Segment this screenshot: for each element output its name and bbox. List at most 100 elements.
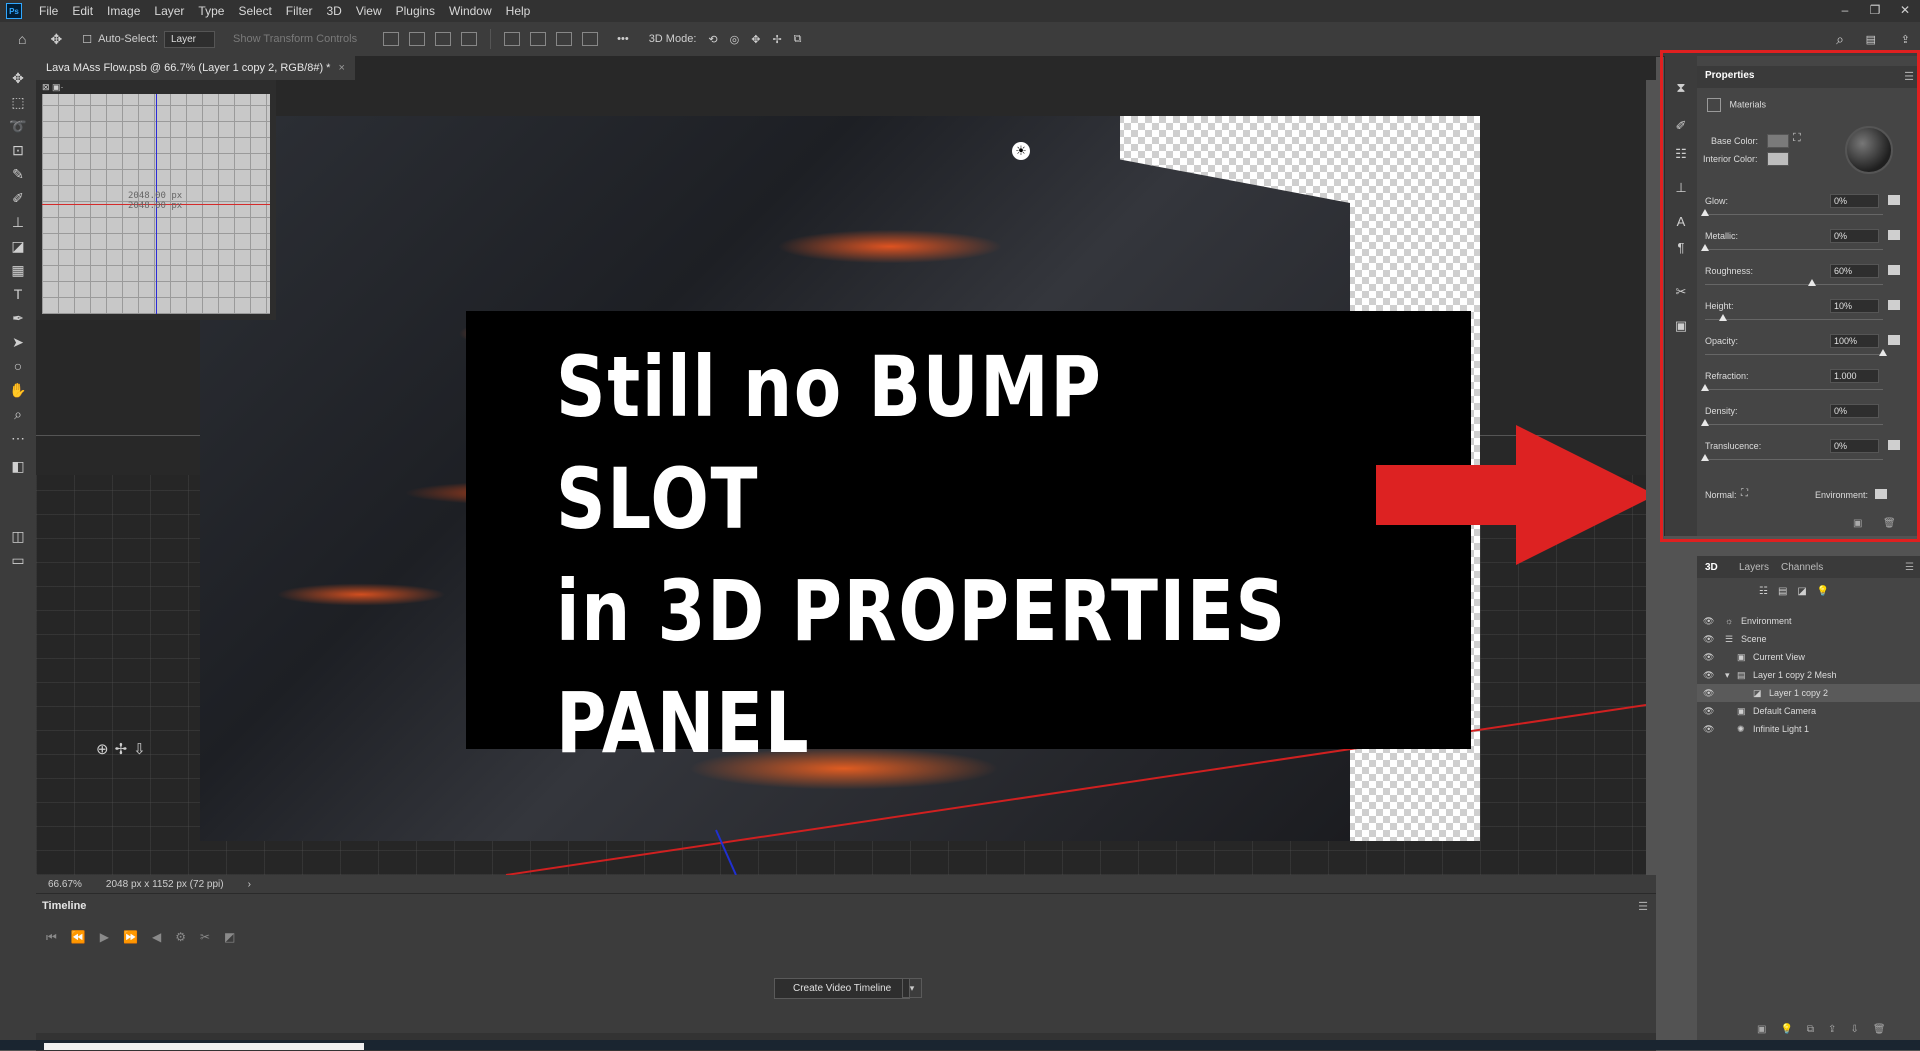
audio-icon[interactable]: ◀ xyxy=(152,930,161,945)
move-tool-icon[interactable]: ✥ xyxy=(50,31,62,48)
next-frame-icon[interactable]: ⏩ xyxy=(123,930,138,945)
materials-filter-icon[interactable]: ◪ xyxy=(1797,586,1806,597)
scene-item-mesh[interactable]: 👁 ▾ ▤ Layer 1 copy 2 Mesh xyxy=(1697,666,1920,684)
align-top-icon[interactable] xyxy=(504,32,521,46)
menu-view[interactable]: View xyxy=(349,4,389,18)
eye-icon[interactable]: 👁 xyxy=(1703,666,1714,684)
workspace-icon[interactable]: ▤ xyxy=(1866,33,1876,46)
auto-select-checkbox[interactable]: ☐ xyxy=(82,33,92,46)
path-select-icon[interactable]: ➤ xyxy=(8,332,28,352)
distribute-icon[interactable] xyxy=(461,32,478,46)
document-info[interactable]: 2048 px x 1152 px (72 ppi) xyxy=(106,879,224,890)
brush-tool-icon[interactable]: ✐ xyxy=(8,188,28,208)
chevron-right-icon[interactable]: › xyxy=(248,879,251,890)
delete-icon[interactable]: 🗑 xyxy=(1873,1024,1886,1035)
transition-icon[interactable]: ◩ xyxy=(224,930,235,945)
eye-icon[interactable]: 👁 xyxy=(1703,630,1714,648)
share-icon[interactable]: ⇪ xyxy=(1901,33,1910,46)
color-swatches-icon[interactable]: ◧ xyxy=(8,456,28,476)
menu-3d[interactable]: 3D xyxy=(319,4,348,18)
restore-icon[interactable]: ❐ xyxy=(1860,0,1890,22)
menu-plugins[interactable]: Plugins xyxy=(389,4,442,18)
align-middle-icon[interactable] xyxy=(530,32,547,46)
scene-item-environment[interactable]: 👁 ☼ Environment xyxy=(1697,612,1920,630)
split-icon[interactable]: ✂ xyxy=(200,930,210,945)
previous-frame-icon[interactable]: ⏪ xyxy=(71,930,86,945)
more-tools-icon[interactable]: ⋯ xyxy=(8,428,28,448)
panel-menu-icon[interactable]: ☰ xyxy=(1905,562,1914,573)
tab-layers[interactable]: Layers xyxy=(1739,562,1769,573)
screen-mode-icon[interactable]: ▭ xyxy=(8,550,28,570)
scene-item-scene[interactable]: 👁 ☰ Scene xyxy=(1697,630,1920,648)
document-tab[interactable]: Lava MAss Flow.psb @ 66.7% (Layer 1 copy… xyxy=(36,56,355,80)
render-icon[interactable]: ⧉ xyxy=(1807,1024,1814,1035)
drag-3d-icon[interactable]: ✥ xyxy=(751,33,760,46)
ellipse-tool-icon[interactable]: ○ xyxy=(8,356,28,376)
menu-type[interactable]: Type xyxy=(191,4,231,18)
hand-tool-icon[interactable]: ✋ xyxy=(8,380,28,400)
move-tool-icon[interactable]: ✥ xyxy=(8,68,28,88)
import-icon[interactable]: ⇩ xyxy=(1850,1024,1858,1035)
menu-help[interactable]: Help xyxy=(499,4,538,18)
chevron-down-icon[interactable]: ▾ xyxy=(1725,666,1730,684)
menu-image[interactable]: Image xyxy=(100,4,147,18)
gradient-tool-icon[interactable]: ▦ xyxy=(8,260,28,280)
distribute-vertical-icon[interactable] xyxy=(582,32,599,46)
object-select-icon[interactable]: ⊡ xyxy=(8,140,28,160)
canvas-area[interactable]: Still no BUMP SLOT in 3D PROPERTIES PANE… xyxy=(36,80,1646,875)
scene-item-current-view[interactable]: 👁 ▣ Current View xyxy=(1697,648,1920,666)
marquee-tool-icon[interactable]: ⬚ xyxy=(8,92,28,112)
lights-icon[interactable]: 💡 xyxy=(1817,586,1829,597)
eye-icon[interactable]: 👁 xyxy=(1703,648,1714,666)
minimize-icon[interactable]: – xyxy=(1830,0,1860,22)
menu-layer[interactable]: Layer xyxy=(147,4,191,18)
auto-select-dropdown[interactable]: Layer xyxy=(164,30,216,48)
quick-mask-icon[interactable]: ◫ xyxy=(8,526,28,546)
zoom-tool-icon[interactable]: ⌕ xyxy=(8,404,28,424)
timeline-tab[interactable]: Timeline xyxy=(42,900,86,912)
create-video-timeline-button[interactable]: Create Video Timeline xyxy=(774,978,911,999)
tab-3d[interactable]: 3D xyxy=(1705,562,1718,573)
scene-item-default-camera[interactable]: 👁 ▣ Default Camera xyxy=(1697,702,1920,720)
panel-menu-icon[interactable]: ☰ xyxy=(1638,900,1648,913)
eye-icon[interactable]: 👁 xyxy=(1703,684,1714,702)
stamp-tool-icon[interactable]: ⊥ xyxy=(8,212,28,232)
export-icon[interactable]: ⇪ xyxy=(1828,1024,1836,1035)
align-left-icon[interactable] xyxy=(383,32,400,46)
pen-tool-icon[interactable]: ✒ xyxy=(8,308,28,328)
meshes-icon[interactable]: ▤ xyxy=(1778,586,1787,597)
secondary-view[interactable]: ⊠ ▣· 2048.00 px 2048.00 px xyxy=(36,80,276,320)
show-transform-controls[interactable]: Show Transform Controls xyxy=(233,33,357,45)
first-frame-icon[interactable]: ⏮ xyxy=(46,930,57,945)
align-center-icon[interactable] xyxy=(409,32,426,46)
close-icon[interactable]: ✕ xyxy=(1890,0,1920,22)
align-right-icon[interactable] xyxy=(435,32,452,46)
chevron-down-icon[interactable]: ▾ xyxy=(902,978,922,998)
menu-select[interactable]: Select xyxy=(231,4,278,18)
menu-file[interactable]: File xyxy=(32,4,65,18)
eye-icon[interactable]: 👁 xyxy=(1703,720,1714,738)
type-tool-icon[interactable]: T xyxy=(8,284,28,304)
search-icon[interactable]: ⌕ xyxy=(1836,31,1844,48)
scene-item-infinite-light[interactable]: 👁 ✺ Infinite Light 1 xyxy=(1697,720,1920,738)
whole-scene-icon[interactable]: ☷ xyxy=(1759,586,1768,597)
scene-item-material[interactable]: 👁 ◪ Layer 1 copy 2 xyxy=(1697,684,1920,702)
add-light-icon[interactable]: 💡 xyxy=(1780,1024,1792,1035)
more-options-button[interactable]: ••• xyxy=(617,33,629,45)
menu-window[interactable]: Window xyxy=(442,4,499,18)
settings-icon[interactable]: ⚙ xyxy=(175,930,186,945)
light-widget-icon[interactable]: ☀ xyxy=(1012,142,1030,160)
eye-icon[interactable]: 👁 xyxy=(1703,612,1714,630)
align-bottom-icon[interactable] xyxy=(556,32,573,46)
menu-filter[interactable]: Filter xyxy=(279,4,320,18)
slide-3d-icon[interactable]: ✢ xyxy=(772,33,781,46)
home-icon[interactable]: ⌂ xyxy=(18,31,26,47)
play-icon[interactable]: ▶ xyxy=(100,930,109,945)
scale-3d-icon[interactable]: ⧉ xyxy=(794,33,802,46)
orbit-3d-icon[interactable]: ⟲ xyxy=(708,33,717,46)
eraser-tool-icon[interactable]: ◪ xyxy=(8,236,28,256)
eye-icon[interactable]: 👁 xyxy=(1703,702,1714,720)
close-tab-icon[interactable]: × xyxy=(338,62,344,74)
3d-navigation-widget[interactable]: ⊕✢⇩ xyxy=(96,740,152,758)
tab-channels[interactable]: Channels xyxy=(1781,562,1823,573)
